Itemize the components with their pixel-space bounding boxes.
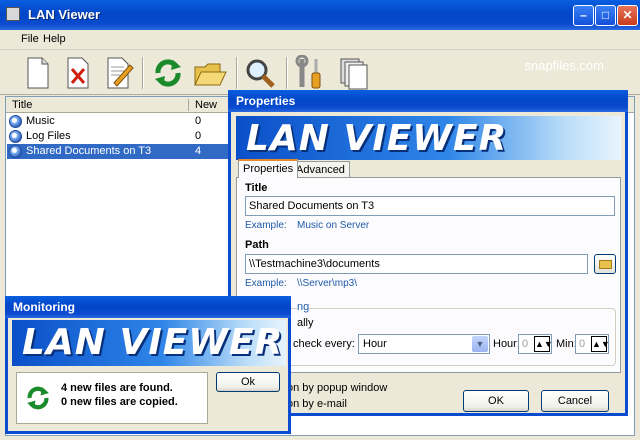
- properties-pane: Title Shared Documents on T3 Example: Mu…: [236, 177, 621, 373]
- list-row-selected[interactable]: Shared Documents on T3 4: [7, 144, 232, 159]
- close-button[interactable]: ✕: [617, 5, 638, 26]
- monitoring-ok-button[interactable]: Ok: [216, 372, 280, 392]
- maximize-button[interactable]: □: [595, 5, 616, 26]
- group-label: ng: [297, 301, 310, 313]
- folder-icon: [599, 260, 612, 269]
- row-title: Music: [26, 115, 55, 127]
- path-field[interactable]: \\Testmachine3\documents: [245, 254, 588, 274]
- column-title[interactable]: Title: [12, 99, 32, 111]
- path-field-label: Path: [245, 239, 269, 251]
- list-row[interactable]: Log Files 0: [7, 129, 232, 144]
- row-title: Shared Documents on T3: [26, 145, 152, 157]
- monitoring-group: ng ally check every: Hour ▼ Hour: 0 ▲▼ M…: [244, 301, 616, 366]
- row-new-count: 4: [195, 145, 202, 157]
- window-title: LAN Viewer: [28, 7, 101, 22]
- title-example: Music on Server: [297, 220, 370, 231]
- hour-label: Hour:: [493, 338, 520, 350]
- copied-status: 0 new files are copied.: [61, 396, 178, 408]
- column-new[interactable]: New: [195, 99, 217, 111]
- menu-file[interactable]: File: [21, 33, 39, 45]
- open-folder-icon[interactable]: [192, 55, 228, 91]
- spin-icon[interactable]: ▲▼: [534, 336, 553, 352]
- copy-documents-icon[interactable]: [336, 55, 372, 91]
- min-label: Min:: [556, 338, 577, 350]
- properties-title: Properties: [228, 90, 628, 112]
- chevron-down-icon[interactable]: ▼: [472, 336, 488, 352]
- hour-stepper[interactable]: 0 ▲▼: [518, 334, 553, 354]
- interval-value: Hour: [363, 338, 387, 350]
- row-new-count: 0: [195, 130, 202, 142]
- found-status: 4 new files are found.: [61, 382, 173, 394]
- app-icon: [6, 7, 20, 21]
- check-every-label: check every:: [293, 338, 355, 350]
- menu-help[interactable]: Help: [43, 33, 66, 45]
- disc-icon: [9, 145, 22, 158]
- properties-banner: LAN VIEWER: [236, 116, 621, 160]
- watermark: snapfiles.com: [524, 58, 604, 73]
- row-title: Log Files: [26, 130, 71, 142]
- toolbar-separator: [286, 57, 288, 89]
- browse-folder-button[interactable]: [594, 254, 616, 274]
- minimize-button[interactable]: –: [573, 5, 594, 26]
- tab-strip: Properties Advanced: [236, 159, 621, 178]
- new-document-icon[interactable]: [20, 55, 56, 91]
- title-field-label: Title: [245, 182, 268, 194]
- row-new-count: 0: [195, 115, 202, 127]
- path-example: \\Server\mp3\: [297, 278, 358, 289]
- tab-properties[interactable]: Properties: [238, 159, 299, 178]
- column-divider: [188, 99, 189, 111]
- tab-advanced[interactable]: Advanced: [291, 161, 350, 178]
- notify-popup-label[interactable]: on by popup window: [287, 382, 387, 394]
- edit-icon[interactable]: [100, 55, 136, 91]
- banner-logo-text: LAN VIEWER: [22, 322, 284, 363]
- path-example-label: Example:: [245, 278, 287, 289]
- interval-select[interactable]: Hour ▼: [358, 334, 490, 354]
- notify-email-label[interactable]: on by e-mail: [287, 398, 347, 410]
- min-stepper[interactable]: 0 ▲▼: [575, 334, 610, 354]
- title-example-label: Example:: [245, 220, 287, 231]
- refresh-icon[interactable]: [150, 55, 186, 91]
- disc-icon: [9, 115, 22, 128]
- toolbar-separator: [142, 57, 144, 89]
- settings-tools-icon[interactable]: [292, 55, 328, 91]
- toolbar: snapfiles.com: [0, 51, 640, 95]
- disc-icon: [9, 130, 22, 143]
- list-row[interactable]: Music 0: [7, 114, 232, 129]
- spin-icon[interactable]: ▲▼: [591, 336, 610, 352]
- title-field[interactable]: Shared Documents on T3: [245, 196, 615, 216]
- toolbar-separator: [236, 57, 238, 89]
- search-icon[interactable]: [242, 55, 278, 91]
- refresh-icon: [27, 386, 49, 410]
- monitoring-status-box: 4 new files are found. 0 new files are c…: [16, 372, 208, 424]
- monitoring-banner: LAN VIEWER: [12, 320, 286, 366]
- delete-icon[interactable]: [60, 55, 96, 91]
- monitoring-title: Monitoring: [5, 296, 291, 318]
- ok-button[interactable]: OK: [463, 390, 529, 412]
- hour-value: 0: [522, 338, 529, 350]
- main-title-bar: LAN Viewer – □ ✕: [0, 0, 640, 30]
- banner-logo-text: LAN VIEWER: [246, 118, 508, 159]
- auto-check-label: ally: [297, 317, 314, 329]
- menu-bar: File Help: [0, 30, 640, 50]
- monitoring-window: Monitoring LAN VIEWER 4 new files are fo…: [5, 296, 291, 434]
- cancel-button[interactable]: Cancel: [541, 390, 609, 412]
- min-value: 0: [579, 338, 586, 350]
